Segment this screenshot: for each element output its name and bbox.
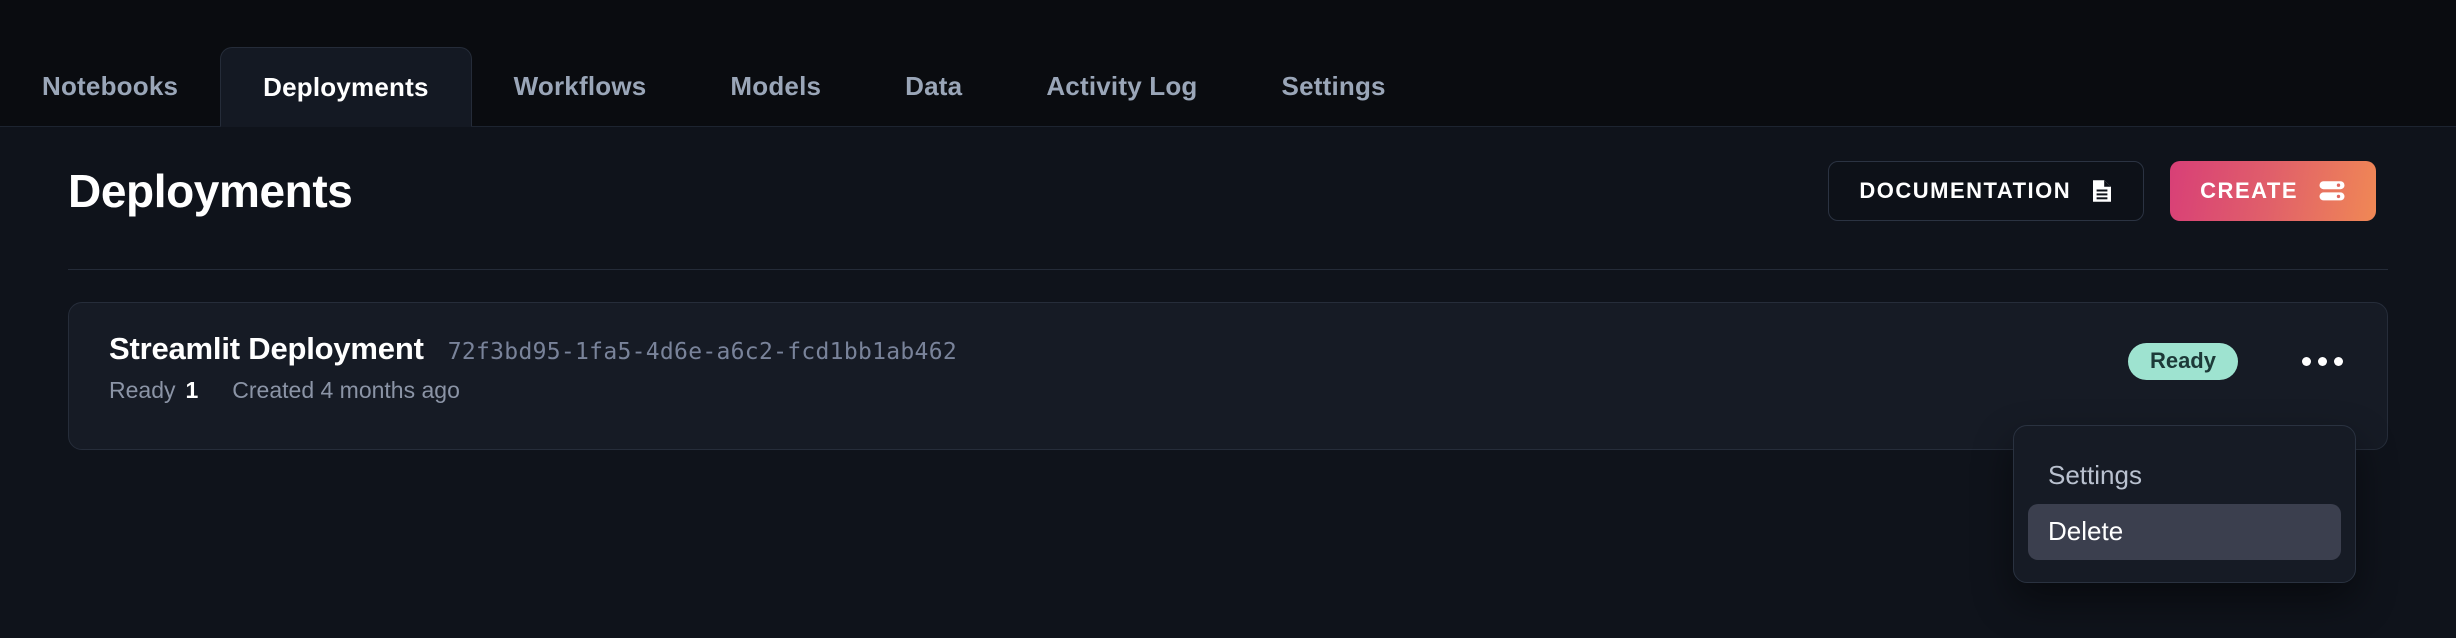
- header-actions: DOCUMENTATION CREATE: [1828, 161, 2376, 221]
- status-badge: Ready: [2127, 343, 2238, 380]
- deployment-created: Created 4 months ago: [232, 377, 460, 403]
- tab-data[interactable]: Data: [863, 46, 1004, 126]
- app-root: Notebooks Deployments Workflows Models D…: [0, 0, 2456, 638]
- main-tabbar: Notebooks Deployments Workflows Models D…: [0, 0, 2456, 127]
- kebab-dot: [2302, 357, 2311, 366]
- deployment-meta: Ready 1 Created 4 months ago: [109, 377, 957, 404]
- tab-label: Data: [905, 70, 963, 101]
- deployment-title-row: Streamlit Deployment 72f3bd95-1fa5-4d6e-…: [109, 331, 957, 367]
- create-button-label: CREATE: [2200, 178, 2298, 203]
- deployment-ready-meta: Ready 1: [109, 377, 198, 404]
- deployment-info: Streamlit Deployment 72f3bd95-1fa5-4d6e-…: [109, 331, 957, 404]
- documentation-button-label: DOCUMENTATION: [1859, 178, 2072, 203]
- deployment-uuid: 72f3bd95-1fa5-4d6e-a6c2-fcd1bb1ab462: [447, 339, 958, 365]
- deployment-context-menu: Settings Delete: [2013, 425, 2356, 583]
- tab-label: Workflows: [513, 70, 647, 101]
- menu-item-label: Delete: [2048, 515, 2124, 546]
- menu-item-delete[interactable]: Delete: [2028, 503, 2341, 560]
- tab-label: Notebooks: [42, 70, 179, 101]
- deployment-ready-count: 1: [185, 377, 199, 403]
- kebab-dot: [2334, 357, 2343, 366]
- tab-label: Settings: [1281, 70, 1386, 101]
- deployment-ready-label: Ready: [109, 377, 176, 403]
- tab-activity-log[interactable]: Activity Log: [1004, 46, 1239, 126]
- tab-models[interactable]: Models: [688, 46, 863, 126]
- deployment-actions: Ready: [2127, 331, 2347, 380]
- page-title: Deployments: [68, 165, 353, 217]
- kebab-dot: [2318, 357, 2327, 366]
- deployments-list: Streamlit Deployment 72f3bd95-1fa5-4d6e-…: [0, 270, 2456, 450]
- server-icon: [2318, 179, 2346, 203]
- menu-item-label: Settings: [2048, 460, 2142, 490]
- tab-settings[interactable]: Settings: [1240, 46, 1428, 126]
- tab-deployments[interactable]: Deployments: [220, 47, 472, 127]
- tab-label: Models: [730, 70, 822, 101]
- tab-workflows[interactable]: Workflows: [472, 46, 689, 126]
- menu-item-settings[interactable]: Settings: [2028, 448, 2341, 504]
- tab-label: Deployments: [263, 71, 429, 102]
- page-header: Deployments DOCUMENTATION CREATE: [0, 127, 2456, 255]
- deployment-name: Streamlit Deployment: [109, 331, 424, 366]
- kebab-menu-icon[interactable]: [2298, 349, 2347, 374]
- tab-label: Activity Log: [1046, 70, 1198, 101]
- create-button[interactable]: CREATE: [2170, 161, 2376, 221]
- tab-notebooks[interactable]: Notebooks: [0, 46, 220, 126]
- documentation-button[interactable]: DOCUMENTATION: [1828, 161, 2145, 221]
- document-icon: [2091, 178, 2113, 204]
